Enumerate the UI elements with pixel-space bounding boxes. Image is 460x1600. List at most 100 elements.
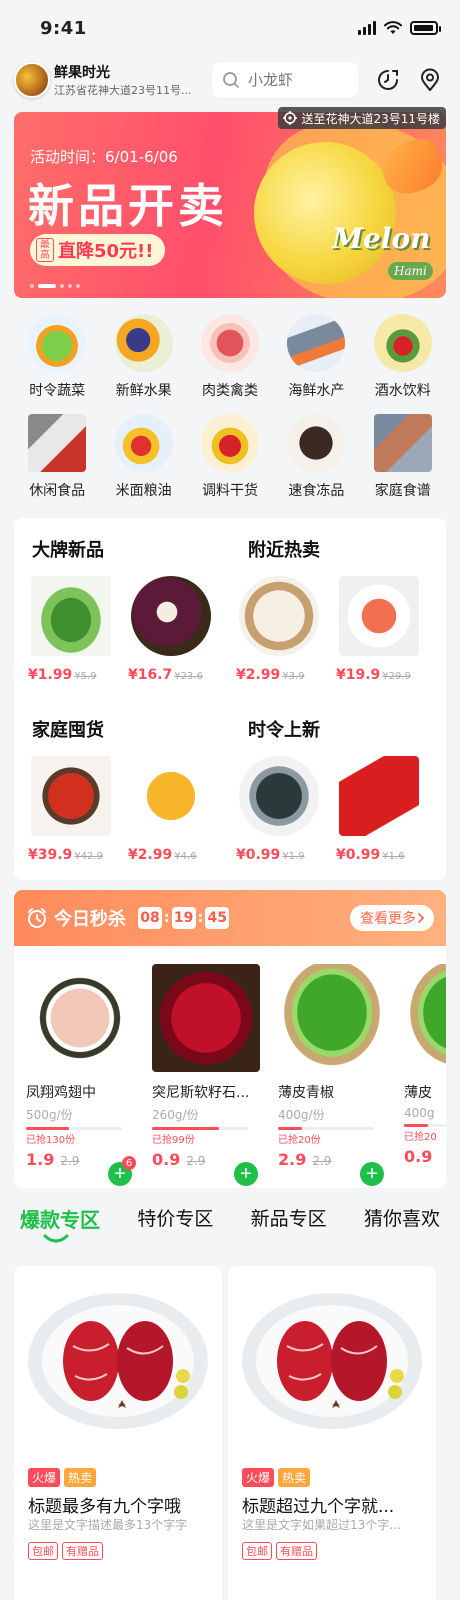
flash-item[interactable]: 突尼斯软籽石... 260g/份 已抢99份 0.9 2.9 + <box>152 964 262 1186</box>
product-item[interactable]: ¥19.9 ¥29.9 <box>336 576 422 683</box>
product-item[interactable]: ¥1.99 ¥5.9 <box>28 576 114 683</box>
mangosteen-image <box>131 576 211 656</box>
product-item[interactable]: ¥39.9 ¥42.9 <box>28 756 114 863</box>
product-item[interactable]: ¥0.99 ¥1.9 <box>236 756 322 863</box>
category-label: 调料干货 <box>201 483 258 499</box>
chevron-right-icon <box>418 913 425 923</box>
flash-item-price: 2.9 <box>278 1150 307 1169</box>
tab-new-products[interactable]: 新品专区 <box>251 1204 327 1233</box>
category-label: 酒水饮料 <box>374 383 431 399</box>
snack-icon <box>28 414 87 472</box>
product-card[interactable]: 火爆 热卖 标题最多有九个字哦 这里是文字描述最多13个字字 包邮 有赠品 <box>14 1266 222 1600</box>
flash-item-sold: 已抢130份 <box>26 1135 76 1146</box>
meat-icon <box>200 314 259 372</box>
item-old-price: ¥3.9 <box>282 671 305 682</box>
section-seasonal-new[interactable]: 时令上新 ¥0.99 ¥1.9 ¥0.99 ¥1.6 <box>230 698 446 878</box>
add-to-cart-button[interactable]: + <box>234 1162 258 1186</box>
history-button[interactable] <box>374 66 402 94</box>
chili-image <box>339 756 419 836</box>
flash-item-progress <box>152 1127 248 1130</box>
flash-item-progress <box>26 1127 122 1130</box>
service-tags: 包邮 有赠品 <box>242 1542 317 1560</box>
flash-item-spec: 260g/份 <box>152 1108 199 1122</box>
item-price: ¥0.99 <box>336 847 381 863</box>
flash-item-spec: 400g/份 <box>278 1108 325 1122</box>
seasoning-icon <box>200 414 259 472</box>
crosshair-icon <box>283 111 298 125</box>
flash-item-progress <box>278 1127 374 1130</box>
timer-hours: 08 <box>138 907 162 929</box>
banner-discount: 最高 直降50元!! <box>30 234 166 266</box>
tab-label: 爆款专区 <box>20 1208 100 1232</box>
flash-item-price: 0.9 <box>152 1150 181 1169</box>
product-tags: 火爆 热卖 <box>242 1468 311 1487</box>
active-tab-indicator <box>43 1234 69 1243</box>
flash-item-old-price: 2.9 <box>186 1154 206 1168</box>
section-family-stock[interactable]: 家庭囤货 ¥39.9 ¥42.9 ¥2.99 ¥4.6 <box>14 698 230 878</box>
category-item[interactable]: 休闲食品 <box>14 414 100 500</box>
product-item[interactable]: ¥2.99 ¥4.6 <box>128 756 214 863</box>
steak-plate-image <box>242 1293 422 1429</box>
grain-oil-icon <box>114 414 173 472</box>
tag-gift: 有赠品 <box>276 1542 317 1560</box>
eggs-image <box>239 576 319 656</box>
category-item[interactable]: 时令蔬菜 <box>14 314 100 400</box>
product-item[interactable]: ¥16.7 ¥23.6 <box>128 576 214 683</box>
seafood-icon <box>287 314 346 372</box>
view-more-button[interactable]: 查看更多 <box>350 905 434 931</box>
shop-avatar[interactable] <box>14 62 50 98</box>
item-price: ¥19.9 <box>336 667 381 683</box>
pomegranate-image <box>152 964 260 1072</box>
section-title: 附近热卖 <box>248 540 320 561</box>
category-item[interactable]: 调料干货 <box>187 414 273 500</box>
category-item[interactable]: 肉类禽类 <box>187 314 273 400</box>
category-label: 速食冻品 <box>288 483 345 499</box>
product-card[interactable]: 火爆 热卖 标题超过九个字就... 这里是文字如果超过13个字... 包邮 有赠… <box>228 1266 436 1600</box>
flash-item[interactable]: 薄皮青椒 400g/份 已抢20份 2.9 2.9 + <box>278 964 388 1186</box>
section-nearby-hot[interactable]: 附近热卖 ¥2.99 ¥3.9 ¥19.9 ¥29.9 <box>230 518 446 698</box>
product-item[interactable]: ¥0.99 ¥1.6 <box>336 756 422 863</box>
tag-selling: 热卖 <box>278 1468 311 1487</box>
banner-dot <box>30 284 34 288</box>
vegetable-icon <box>28 314 87 372</box>
green-pepper-image <box>404 964 446 1072</box>
shop-name: 鲜果时光 <box>54 65 110 81</box>
promo-banner[interactable]: 活动时间：6/01-6/06 新品开卖 最高 直降50元!! Melon Ham… <box>14 112 446 298</box>
melon-image <box>254 142 396 284</box>
status-bar: 9:41 <box>0 0 460 56</box>
banner-date: 活动时间：6/01-6/06 <box>30 148 178 166</box>
countdown-timer: 08 : 19 : 45 <box>138 907 230 929</box>
category-grid: 时令蔬菜 新鲜水果 肉类禽类 海鲜水产 酒水饮料 休闲食品 米面粮油 调料干货 … <box>14 314 446 500</box>
tab-hot-zone[interactable]: 爆款专区 <box>20 1204 100 1243</box>
steak-plate-image <box>28 1293 208 1429</box>
category-item[interactable]: 米面粮油 <box>100 414 186 500</box>
search-box[interactable] <box>212 62 358 98</box>
category-item[interactable]: 家庭食谱 <box>360 414 446 500</box>
category-item[interactable]: 新鲜水果 <box>100 314 186 400</box>
shop-info[interactable]: 鲜果时光 江苏省花神大道23号11号... <box>54 62 204 98</box>
flash-item[interactable]: 凤翔鸡翅中 500g/份 已抢130份 1.9 2.9 + 6 <box>26 964 136 1186</box>
search-input[interactable] <box>248 71 348 89</box>
product-item[interactable]: ¥2.99 ¥3.9 <box>236 576 322 683</box>
banner-dot-active <box>38 284 56 288</box>
tab-special-price[interactable]: 特价专区 <box>137 1204 213 1233</box>
category-item[interactable]: 酒水饮料 <box>360 314 446 400</box>
section-title: 家庭囤货 <box>32 720 104 741</box>
category-item[interactable]: 海鲜水产 <box>273 314 359 400</box>
timer-minutes: 19 <box>171 907 196 929</box>
banner-discount-tag: 最高 <box>36 238 54 262</box>
flash-item-sold: 已抢99份 <box>152 1135 195 1146</box>
tab-guess-you-like[interactable]: 猜你喜欢 <box>364 1204 440 1233</box>
product-title: 标题最多有九个字哦 <box>28 1497 181 1517</box>
section-brand-new[interactable]: 大牌新品 ¥1.99 ¥5.9 ¥16.7 ¥23.6 <box>14 518 230 698</box>
banner-dot <box>60 284 64 288</box>
add-to-cart-button[interactable]: + <box>360 1162 384 1186</box>
location-button[interactable] <box>416 66 444 94</box>
category-item[interactable]: 速食冻品 <box>273 414 359 500</box>
frozen-food-icon <box>287 414 346 472</box>
category-label: 新鲜水果 <box>115 383 172 399</box>
shop-address: 江苏省花神大道23号11号... <box>54 84 192 97</box>
alarm-clock-icon <box>28 908 46 928</box>
delivery-address-tag[interactable]: 送至花神大道23号11号楼 <box>278 107 446 129</box>
flash-item[interactable]: 薄皮 400g 已抢20 0.9 <box>404 964 446 1166</box>
